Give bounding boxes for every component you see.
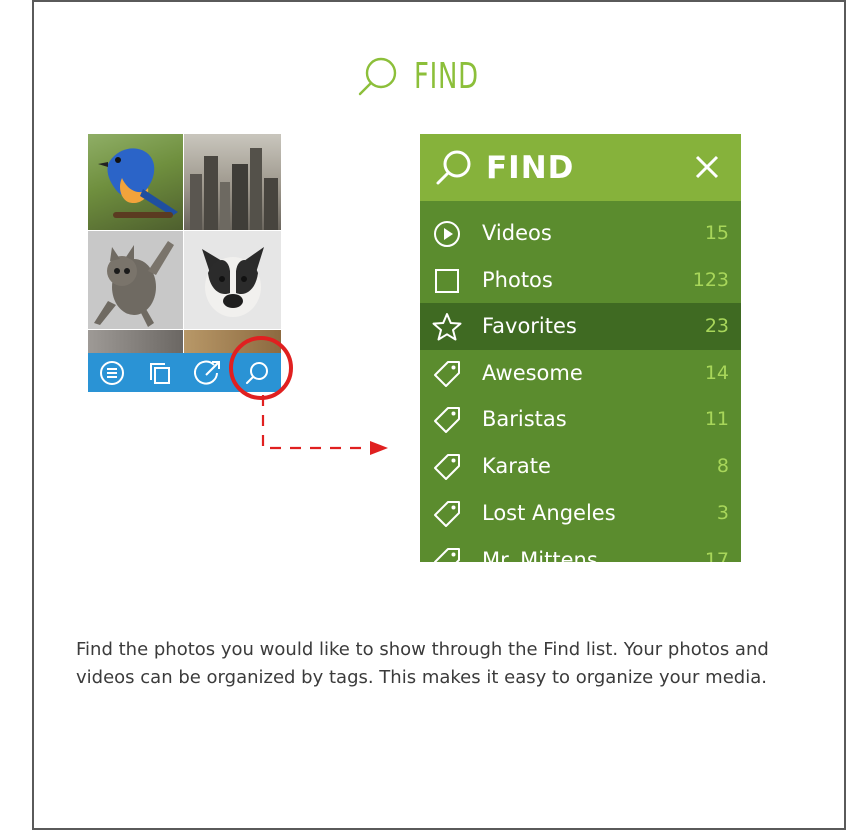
pages-icon[interactable]: [147, 360, 173, 386]
find-panel-title: FIND: [486, 149, 575, 186]
find-list-item[interactable]: Lost Angeles 3: [420, 490, 741, 537]
list-item-count: 17: [704, 549, 729, 562]
bird-photo[interactable]: [88, 134, 183, 230]
tag-icon: [434, 548, 460, 562]
tag-icon: [434, 454, 460, 480]
list-item-label: Photos: [482, 268, 553, 292]
find-panel: FIND Videos 15 Photos 123 Favorites 23 A…: [420, 134, 741, 562]
tag-icon: [434, 501, 460, 527]
list-item-label: Awesome: [482, 361, 583, 385]
highlight-circle: [229, 336, 293, 400]
list-item-label: Videos: [482, 221, 552, 245]
list-item-count: 123: [692, 269, 729, 291]
find-list-item[interactable]: Baristas 11: [420, 396, 741, 443]
menu-icon[interactable]: [99, 360, 125, 386]
square-icon: [435, 269, 459, 293]
puppy-photo[interactable]: [184, 231, 281, 329]
share-icon[interactable]: [194, 359, 222, 387]
pointer-arrow: [261, 395, 388, 455]
play-icon: [434, 221, 460, 247]
close-icon[interactable]: [691, 151, 723, 183]
search-icon: [436, 150, 471, 184]
list-item-count: 3: [716, 502, 729, 524]
section-title: FIND: [414, 55, 479, 97]
list-item-label: Baristas: [482, 407, 567, 431]
find-list-item[interactable]: Mr. Mittens 17: [420, 537, 741, 562]
list-item-label: Lost Angeles: [482, 501, 616, 525]
list-item-count: 11: [704, 408, 729, 430]
list-item-label: Karate: [482, 454, 551, 478]
list-item-label: Mr. Mittens: [482, 548, 598, 562]
search-icon: [358, 57, 397, 96]
find-list-item[interactable]: Karate 8: [420, 443, 741, 490]
description-text: Find the photos you would like to show t…: [76, 639, 769, 688]
city-photo[interactable]: [184, 134, 281, 230]
find-list-item[interactable]: Photos 123: [420, 257, 741, 304]
list-item-count: 14: [704, 362, 729, 384]
find-panel-header: FIND: [420, 134, 741, 201]
list-item-count: 23: [704, 315, 729, 337]
portrait-photo[interactable]: [88, 330, 183, 353]
list-item-count: 8: [716, 455, 729, 477]
find-list-item[interactable]: Videos 15: [420, 210, 741, 257]
list-item-count: 15: [704, 222, 729, 244]
list-item-label: Favorites: [482, 314, 577, 338]
find-list-item[interactable]: Awesome 14: [420, 350, 741, 397]
tag-icon: [434, 407, 460, 433]
tag-icon: [434, 361, 460, 387]
kitten-photo[interactable]: [88, 231, 183, 329]
find-list-item-selected[interactable]: Favorites 23: [420, 303, 741, 350]
section-heading: FIND: [0, 46, 850, 106]
star-icon: [432, 313, 462, 341]
